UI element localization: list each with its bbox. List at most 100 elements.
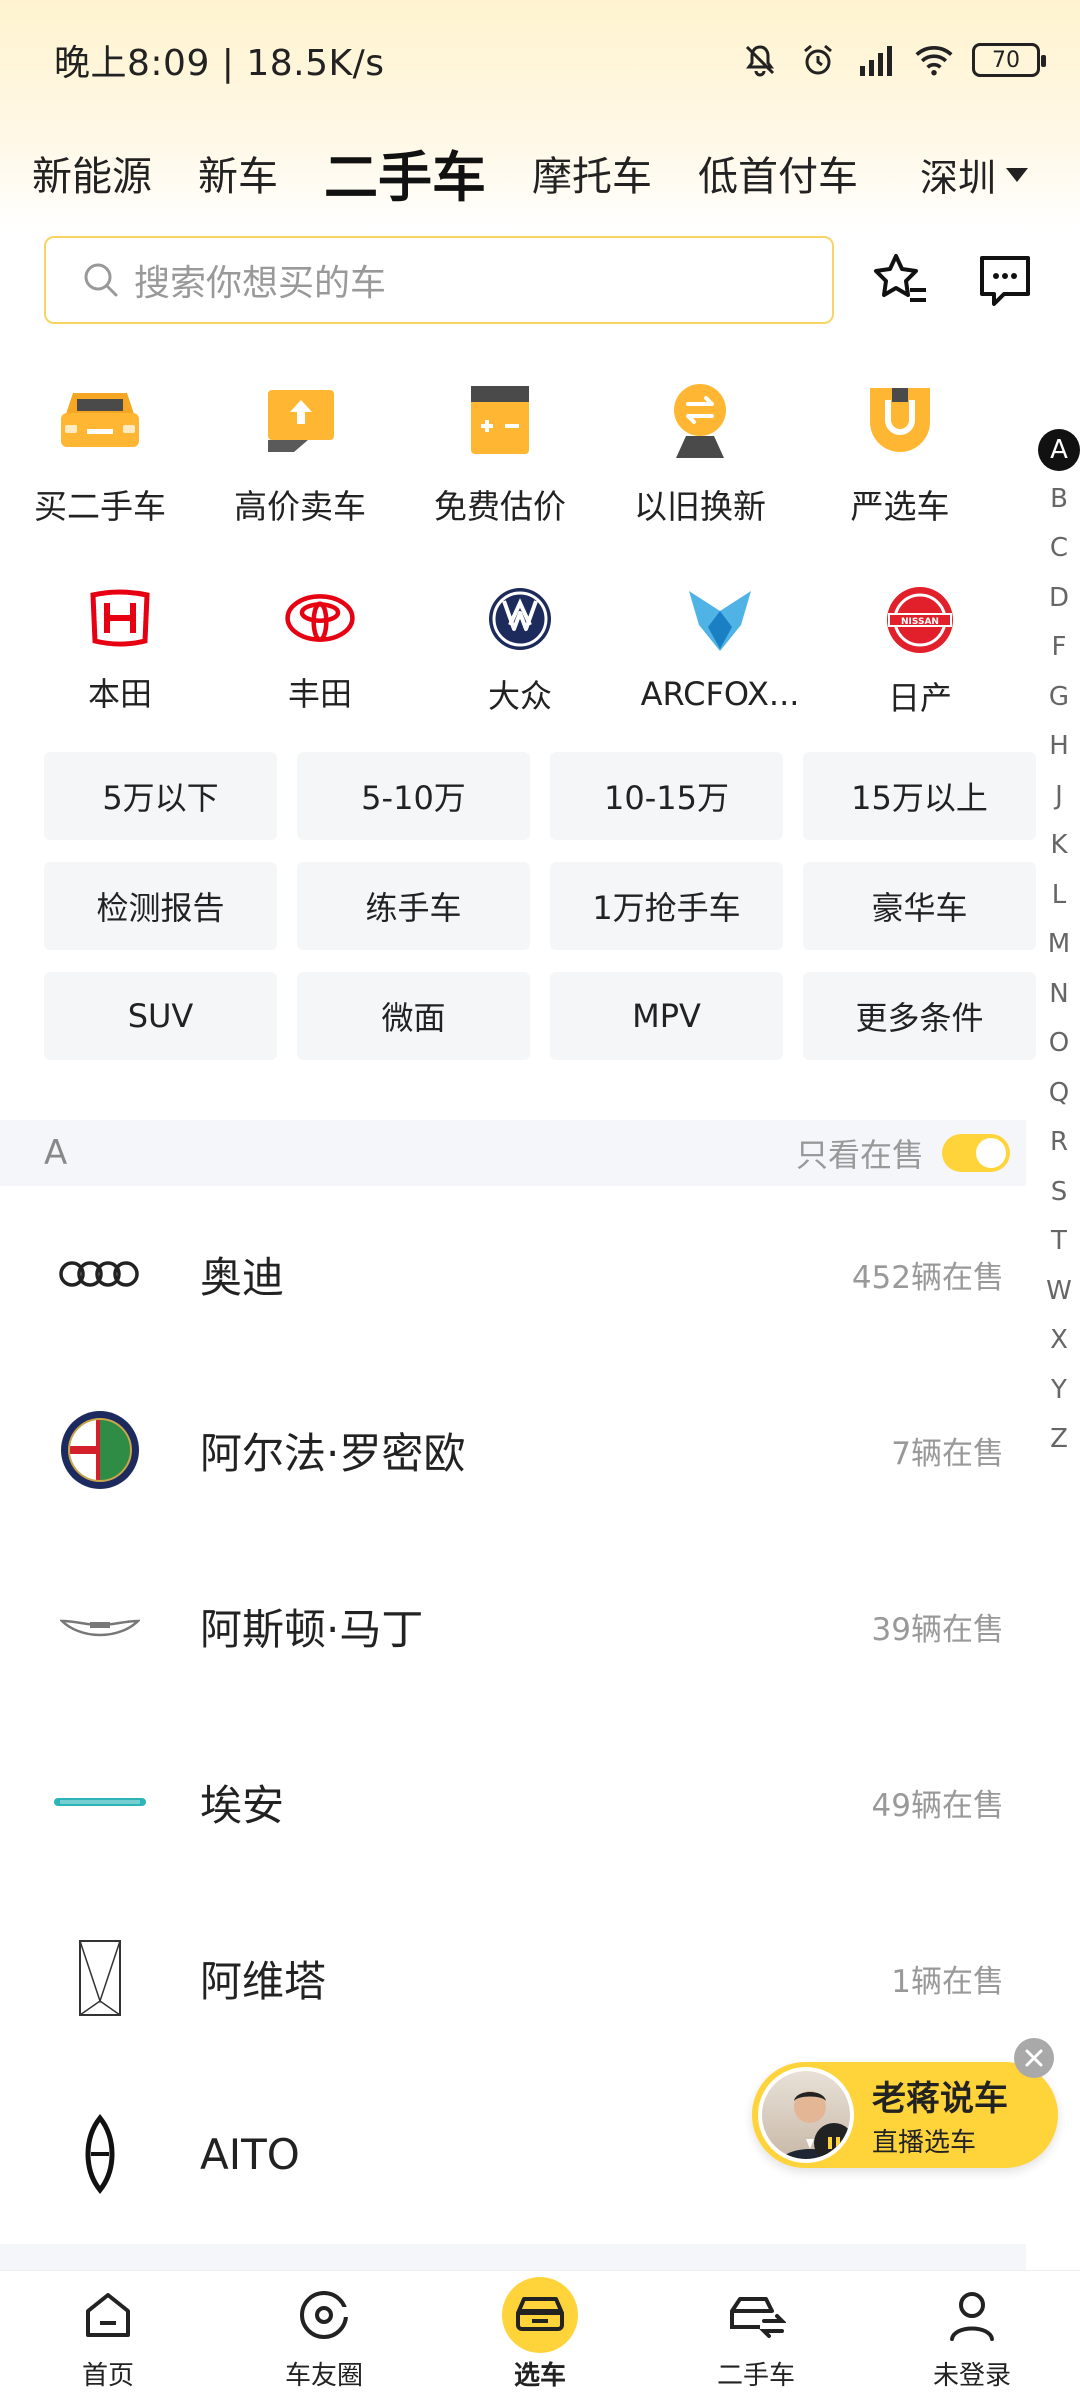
alpha-letter[interactable]: R bbox=[1038, 1118, 1080, 1168]
brand-arcfox[interactable]: ARCFOX... bbox=[620, 585, 820, 715]
list-item[interactable]: 阿尔法·罗密欧 7辆在售 bbox=[0, 1362, 1026, 1538]
nissan-logo: NISSAN bbox=[884, 585, 956, 655]
messages-button[interactable] bbox=[974, 250, 1036, 312]
service-trade-in[interactable]: 以旧换新 bbox=[600, 380, 800, 540]
filter-chip[interactable]: MPV bbox=[550, 972, 783, 1060]
brand-label: 本田 bbox=[87, 675, 152, 713]
close-icon[interactable] bbox=[1014, 2038, 1054, 2078]
battery-indicator: 70 bbox=[972, 43, 1046, 77]
brand-honda[interactable]: 本田 bbox=[20, 585, 220, 715]
audi-logo bbox=[50, 1229, 150, 1319]
alpha-letter[interactable]: F bbox=[1038, 623, 1080, 673]
avatr-logo bbox=[50, 1933, 150, 2023]
onsale-toggle[interactable] bbox=[942, 1134, 1010, 1172]
bottom-navigation: 首页 车友圈 选车 二手车 未登录 bbox=[0, 2270, 1080, 2400]
search-input[interactable]: 搜索你想买的车 bbox=[44, 236, 834, 324]
brand-name: 阿斯顿·马丁 bbox=[200, 1604, 424, 1654]
alpha-letter[interactable]: W bbox=[1038, 1267, 1080, 1317]
alpha-letter[interactable]: O bbox=[1038, 1019, 1080, 1069]
nav-login[interactable]: 未登录 bbox=[864, 2271, 1080, 2400]
filter-chips: 5万以下 5-10万 10-15万 15万以上 检测报告 练手车 1万抢手车 豪… bbox=[44, 752, 1038, 1060]
onsale-count: 39辆在售 bbox=[871, 1611, 1004, 1648]
search-icon bbox=[84, 263, 118, 297]
alpha-letter[interactable]: J bbox=[1038, 772, 1080, 822]
onsale-label: 只看在售 bbox=[795, 1136, 924, 1174]
tab-used-car[interactable]: 二手车 bbox=[324, 133, 486, 212]
service-selected-car[interactable]: 严选车 bbox=[800, 380, 1000, 540]
avatar bbox=[758, 2067, 854, 2163]
nav-select-car[interactable]: 选车 bbox=[432, 2271, 648, 2400]
live-subtitle: 直播选车 bbox=[872, 2128, 977, 2158]
nav-circle[interactable]: 车友圈 bbox=[216, 2271, 432, 2400]
brand-label: ARCFOX... bbox=[640, 675, 800, 713]
filter-chip[interactable]: 5万以下 bbox=[44, 752, 277, 840]
filter-chip[interactable]: SUV bbox=[44, 972, 277, 1060]
aston-martin-logo bbox=[50, 1581, 150, 1671]
tab-new-car[interactable]: 新车 bbox=[198, 144, 278, 202]
signal-icon bbox=[856, 40, 896, 80]
next-section-header bbox=[0, 2244, 1026, 2270]
alpha-letter[interactable]: N bbox=[1038, 970, 1080, 1020]
alfa-romeo-logo bbox=[50, 1405, 150, 1495]
tab-new-energy[interactable]: 新能源 bbox=[32, 144, 152, 202]
alarm-icon bbox=[798, 40, 838, 80]
pause-icon bbox=[814, 2123, 850, 2159]
alpha-letter[interactable]: L bbox=[1038, 871, 1080, 921]
brand-label: 大众 bbox=[487, 677, 552, 715]
city-selector[interactable]: 深圳 bbox=[920, 147, 1028, 202]
alpha-letter[interactable]: Y bbox=[1038, 1366, 1080, 1416]
filter-chip[interactable]: 微面 bbox=[297, 972, 530, 1060]
tab-low-down-payment[interactable]: 低首付车 bbox=[698, 144, 858, 202]
filter-chip[interactable]: 豪华车 bbox=[803, 862, 1036, 950]
svg-text:NISSAN: NISSAN bbox=[901, 617, 939, 627]
nav-label: 首页 bbox=[81, 2361, 134, 2391]
live-stream-promo[interactable]: 老蒋说车 直播选车 bbox=[752, 2062, 1058, 2168]
alpha-letter[interactable]: A bbox=[1038, 425, 1080, 475]
filter-chip[interactable]: 5-10万 bbox=[297, 752, 530, 840]
alpha-letter[interactable]: X bbox=[1038, 1316, 1080, 1366]
brand-toyota[interactable]: 丰田 bbox=[220, 585, 420, 715]
alpha-letter[interactable]: K bbox=[1038, 821, 1080, 871]
alpha-letter[interactable]: T bbox=[1038, 1217, 1080, 1267]
list-item[interactable]: 阿斯顿·马丁 39辆在售 bbox=[0, 1538, 1026, 1714]
hot-brands: 本田 丰田 大众 ARCFOX... NISSAN 日产 bbox=[20, 585, 1020, 717]
service-sell-car[interactable]: 高价卖车 bbox=[200, 380, 400, 540]
filter-chip[interactable]: 1万抢手车 bbox=[550, 862, 783, 950]
filter-chip[interactable]: 检测报告 bbox=[44, 862, 277, 950]
filter-chip[interactable]: 15万以上 bbox=[803, 752, 1036, 840]
nav-home[interactable]: 首页 bbox=[0, 2271, 216, 2400]
tab-motorcycle[interactable]: 摩托车 bbox=[532, 144, 652, 202]
alpha-letter[interactable]: H bbox=[1038, 722, 1080, 772]
section-letter: A bbox=[44, 1133, 68, 1173]
brand-volkswagen[interactable]: 大众 bbox=[420, 585, 620, 715]
more-filters-chip[interactable]: 更多条件 bbox=[803, 972, 1036, 1060]
brand-name: 埃安 bbox=[200, 1780, 285, 1830]
alphabet-index: A B C D F G H J K L M N O Q R S T W X Y … bbox=[1038, 425, 1080, 1465]
nav-used-car[interactable]: 二手车 bbox=[648, 2271, 864, 2400]
alpha-letter[interactable]: G bbox=[1038, 673, 1080, 723]
alpha-letter[interactable]: S bbox=[1038, 1168, 1080, 1218]
alpha-letter[interactable]: C bbox=[1038, 524, 1080, 574]
onsale-count: 1辆在售 bbox=[891, 1963, 1004, 2000]
list-item[interactable]: 奥迪 452辆在售 bbox=[0, 1186, 1026, 1362]
list-item[interactable]: 埃安 49辆在售 bbox=[0, 1714, 1026, 1890]
alpha-letter[interactable]: Q bbox=[1038, 1069, 1080, 1119]
chevron-down-icon bbox=[1006, 167, 1028, 182]
mute-bell-icon bbox=[740, 40, 780, 80]
honda-logo bbox=[84, 585, 156, 651]
service-free-valuation[interactable]: 免费估价 bbox=[400, 380, 600, 540]
favorites-button[interactable] bbox=[870, 250, 932, 312]
alpha-letter[interactable]: M bbox=[1038, 920, 1080, 970]
service-label: 以旧换新 bbox=[634, 487, 766, 526]
list-item[interactable]: 阿维塔 1辆在售 bbox=[0, 1890, 1026, 2066]
alpha-letter[interactable]: Z bbox=[1038, 1415, 1080, 1465]
service-label: 买二手车 bbox=[34, 487, 166, 526]
service-buy-used[interactable]: 买二手车 bbox=[0, 380, 200, 540]
alpha-letter[interactable]: B bbox=[1038, 475, 1080, 525]
brand-nissan[interactable]: NISSAN 日产 bbox=[820, 585, 1020, 717]
live-title: 老蒋说车 bbox=[872, 2079, 1008, 2119]
alpha-letter[interactable]: D bbox=[1038, 574, 1080, 624]
service-label: 严选车 bbox=[850, 487, 950, 526]
filter-chip[interactable]: 10-15万 bbox=[550, 752, 783, 840]
filter-chip[interactable]: 练手车 bbox=[297, 862, 530, 950]
